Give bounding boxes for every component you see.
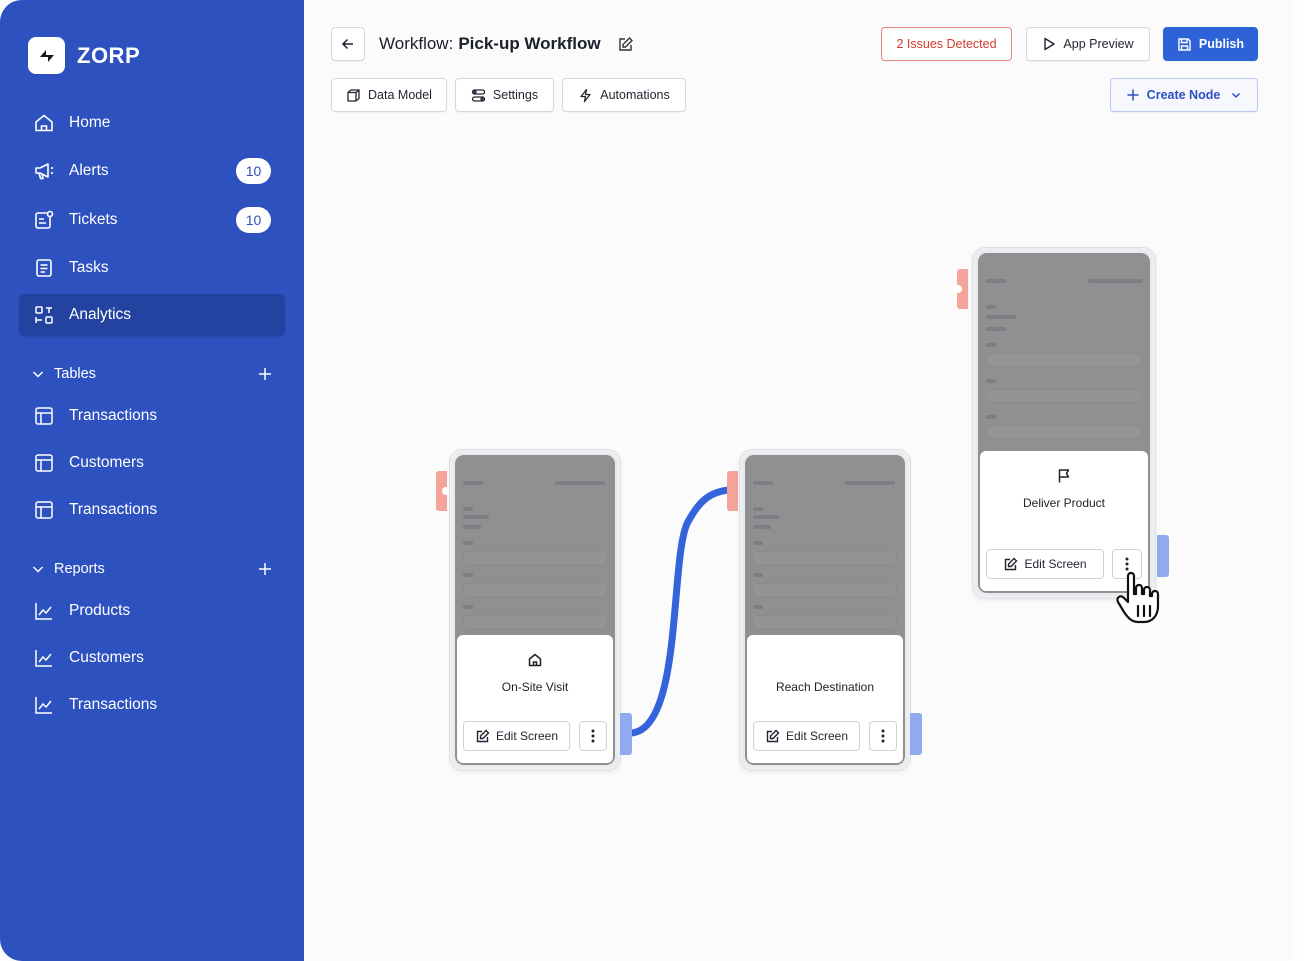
create-node-button[interactable]: Create Node [1110,78,1258,112]
app-window: ZORP Home Alerts 10 Tickets 10 Tasks Ana… [0,0,1288,961]
home-icon [524,649,546,671]
back-button[interactable] [331,27,365,61]
ticket-icon [33,209,55,231]
bolt-icon [578,88,593,103]
workflow-canvas[interactable]: On-Site Visit Edit Screen Reach Destinat… [304,130,1288,961]
alerts-count-badge: 10 [236,158,271,184]
megaphone-icon [33,160,55,182]
nav-item-table-transactions[interactable]: Transactions [19,395,285,437]
node-on-site-visit[interactable]: On-Site Visit Edit Screen [450,450,620,770]
issues-detected-button[interactable]: 2 Issues Detected [881,27,1012,61]
chevron-down-icon [30,366,46,382]
analytics-icon [33,304,55,326]
node1-input-port[interactable] [436,471,450,511]
save-icon [1177,37,1192,52]
nav-item-tickets[interactable]: Tickets 10 [19,199,285,241]
more-options-button[interactable] [579,721,607,751]
edit-icon [475,729,490,744]
section-tables[interactable]: Tables [30,361,276,387]
hand-cursor-icon [1116,571,1160,624]
more-options-button[interactable] [869,721,897,751]
kebab-menu-icon [591,729,595,743]
plus-icon [1126,88,1140,102]
nav-item-tasks[interactable]: Tasks [19,247,285,289]
table-icon [33,405,55,427]
chart-line-icon [33,694,55,716]
node3-input-port[interactable] [954,269,968,309]
edit-screen-button[interactable]: Edit Screen [753,721,860,751]
nav-item-table-transactions-2[interactable]: Transactions [19,489,285,531]
brand-name: ZORP [77,42,141,68]
chart-line-icon [33,647,55,669]
page-title: Workflow: Pick-up Workflow [379,34,634,54]
edit-icon [765,729,780,744]
nav-item-report-customers[interactable]: Customers [19,637,285,679]
edit-title-icon[interactable] [617,36,634,53]
edit-icon [1003,557,1018,572]
chevron-down-icon [30,561,46,577]
workflow-editor: Workflow: Pick-up Workflow 2 Issues Dete… [304,0,1288,961]
node-title: On-Site Visit [501,680,569,694]
tickets-count-badge: 10 [236,207,271,233]
nav-item-analytics[interactable]: Analytics [19,294,285,336]
node-deliver-product[interactable]: Deliver Product Edit Screen [973,248,1155,598]
node-reach-destination[interactable]: Reach Destination Edit Screen [740,450,910,770]
sidebar: ZORP Home Alerts 10 Tickets 10 Tasks Ana… [0,0,304,961]
tab-automations[interactable]: Automations [562,78,686,112]
table-icon [33,499,55,521]
play-icon [1042,37,1056,51]
tasks-icon [33,257,55,279]
publish-button[interactable]: Publish [1163,27,1258,61]
section-reports[interactable]: Reports [30,556,276,582]
add-report-button[interactable] [254,558,276,580]
add-table-button[interactable] [254,363,276,385]
node-title: Reach Destination [775,680,875,694]
nav-item-home[interactable]: Home [19,102,285,144]
nav-item-report-transactions[interactable]: Transactions [19,684,285,726]
nav-item-alerts[interactable]: Alerts 10 [19,150,285,192]
app-preview-button[interactable]: App Preview [1026,27,1150,61]
tab-data-model[interactable]: Data Model [331,78,447,112]
home-icon [33,112,55,134]
node-card: On-Site Visit Edit Screen [457,635,613,763]
nav-item-report-products[interactable]: Products [19,590,285,632]
flag-icon [1053,465,1075,487]
tab-settings[interactable]: Settings [455,78,554,112]
zorp-logo-icon [28,37,65,74]
node2-output-port[interactable] [910,713,922,755]
nav-item-table-customers[interactable]: Customers [19,442,285,484]
settings-icon [471,88,486,103]
node2-input-port[interactable] [727,471,738,511]
edit-screen-button[interactable]: Edit Screen [986,549,1104,579]
node-card: Reach Destination Edit Screen [747,635,903,763]
brand-logo[interactable]: ZORP [28,37,140,74]
edit-screen-button[interactable]: Edit Screen [463,721,570,751]
kebab-menu-icon [881,729,885,743]
cube-icon [346,88,361,103]
node-title: Deliver Product [1022,496,1106,510]
arrow-left-icon [340,36,356,52]
table-icon [33,452,55,474]
node1-output-port[interactable] [620,713,632,755]
chevron-down-icon [1230,89,1242,101]
kebab-menu-icon [1125,557,1129,571]
chart-line-icon [33,600,55,622]
